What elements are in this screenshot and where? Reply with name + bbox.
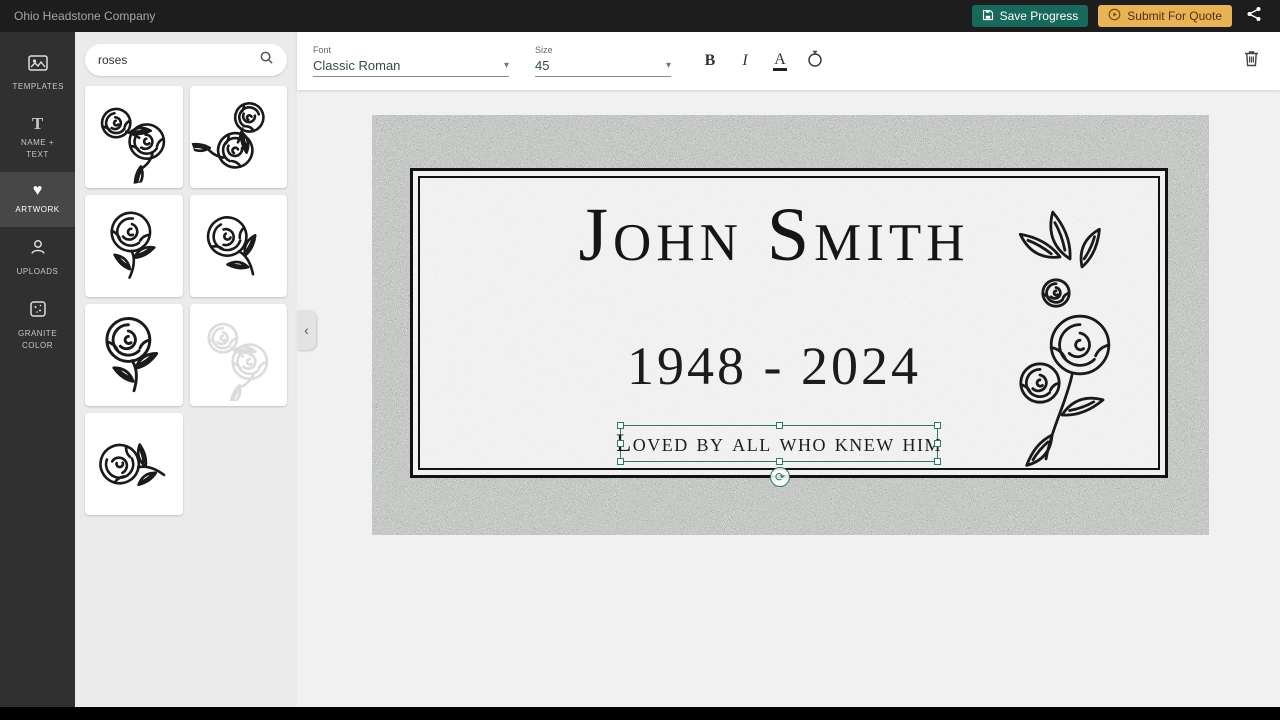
submit-for-quote-label: Submit For Quote	[1127, 9, 1222, 23]
text-color-glyph: A	[773, 51, 787, 72]
resize-handle-nw[interactable]	[617, 422, 624, 429]
resize-handle-n[interactable]	[775, 422, 783, 429]
granite-stone-icon	[29, 300, 47, 323]
text-tool-icon: T	[31, 114, 44, 133]
trash-icon	[1244, 50, 1259, 72]
design-canvas[interactable]: John Smith 1948 - 2024 Loved by all who …	[297, 90, 1280, 707]
save-progress-button[interactable]: Save Progress	[971, 5, 1089, 27]
italic-glyph: I	[742, 52, 748, 69]
sidebar-item-label: TEMPLATES	[12, 82, 64, 91]
text-format-toolbar: Font Classic Roman ▾ Size 45 ▾ B I A	[297, 32, 1280, 90]
resize-handle-ne[interactable]	[934, 422, 941, 429]
templates-icon	[27, 55, 48, 76]
selected-text-element[interactable]: Loved by all who knew him	[616, 422, 941, 465]
artwork-thumbnail-rose-spray-faint[interactable]	[189, 304, 287, 406]
resize-handle-e[interactable]	[934, 440, 941, 447]
artwork-thumbnail-rose-single-stem[interactable]	[85, 195, 183, 297]
size-select-value: 45	[535, 58, 550, 73]
top-bar: Ohio Headstone Company Save Progress Sub…	[0, 0, 1280, 32]
artwork-thumbnail-rose-corner-spray[interactable]	[85, 86, 183, 188]
save-icon	[982, 9, 994, 24]
sidebar-item-label: UPLOADS	[16, 267, 59, 276]
resize-handle-w[interactable]	[617, 440, 624, 447]
italic-button[interactable]: I	[732, 48, 758, 74]
chevron-left-icon: ‹	[304, 322, 309, 338]
topbar-actions: Save Progress Submit For Quote	[971, 4, 1266, 28]
format-buttons: B I A	[697, 48, 828, 74]
sidebar-item-label: NAME + TEXT	[20, 138, 54, 159]
share-icon	[1246, 6, 1262, 27]
artwork-thumbnail-rose-bloom-large[interactable]	[85, 304, 183, 406]
resize-handle-sw[interactable]	[617, 458, 624, 465]
size-select-label: Size	[535, 45, 553, 55]
sidebar-item-label: GRANITE COLOR	[17, 329, 58, 350]
play-circle-icon	[1108, 8, 1121, 24]
app-title: Ohio Headstone Company	[14, 9, 156, 23]
save-progress-label: Save Progress	[999, 9, 1079, 23]
epitaph-text[interactable]: Loved by all who knew him	[616, 430, 942, 458]
panel-collapse-button[interactable]: ‹	[297, 310, 316, 350]
artwork-results-grid	[75, 86, 297, 515]
person-icon	[29, 238, 47, 261]
heart-icon: ♥	[32, 182, 43, 199]
rotate-icon: ⟳	[774, 470, 786, 484]
tool-sidebar: TEMPLATES T NAME + TEXT ♥ ARTWORK UPLOAD…	[0, 32, 75, 707]
bold-glyph: B	[704, 52, 716, 69]
artwork-thumbnail-rose-horizontal-stem[interactable]	[85, 413, 183, 515]
search-icon[interactable]	[259, 50, 274, 70]
text-color-button[interactable]: A	[767, 48, 793, 74]
headstone-preview[interactable]: John Smith 1948 - 2024 Loved by all who …	[372, 115, 1209, 535]
sidebar-item-name-text[interactable]: T NAME + TEXT	[0, 104, 75, 172]
font-select[interactable]: Font Classic Roman ▾	[313, 45, 509, 77]
bottom-letterbox	[0, 707, 1280, 720]
artwork-thumbnail-rose-vine-vertical[interactable]	[189, 86, 287, 188]
artwork-panel: ‹	[75, 32, 316, 707]
resize-handle-se[interactable]	[934, 458, 941, 465]
share-button[interactable]	[1242, 4, 1266, 28]
artwork-search	[85, 44, 287, 76]
sidebar-item-label: ARTWORK	[15, 205, 60, 214]
artwork-thumbnail-rose-diagonal-stem[interactable]	[189, 195, 287, 297]
resize-handle-s[interactable]	[775, 458, 783, 465]
stopwatch-icon	[807, 50, 823, 73]
sidebar-item-uploads[interactable]: UPLOADS	[0, 227, 75, 289]
sidebar-item-templates[interactable]: TEMPLATES	[0, 44, 75, 104]
chevron-down-icon: ▾	[503, 60, 509, 71]
placed-rose-artwork[interactable]	[1000, 187, 1140, 477]
size-select[interactable]: Size 45 ▾	[535, 45, 671, 77]
submit-for-quote-button[interactable]: Submit For Quote	[1098, 5, 1232, 27]
chevron-down-icon: ▾	[665, 60, 671, 71]
bold-button[interactable]: B	[697, 48, 723, 74]
sidebar-item-granite-color[interactable]: GRANITE COLOR	[0, 289, 75, 363]
font-select-label: Font	[313, 45, 332, 55]
stopwatch-button[interactable]	[802, 48, 828, 74]
rotate-handle[interactable]: ⟳	[770, 467, 790, 487]
font-select-value: Classic Roman	[313, 58, 401, 73]
search-input[interactable]	[98, 53, 259, 67]
sidebar-item-artwork[interactable]: ♥ ARTWORK	[0, 172, 75, 227]
delete-element-button[interactable]	[1238, 48, 1264, 74]
